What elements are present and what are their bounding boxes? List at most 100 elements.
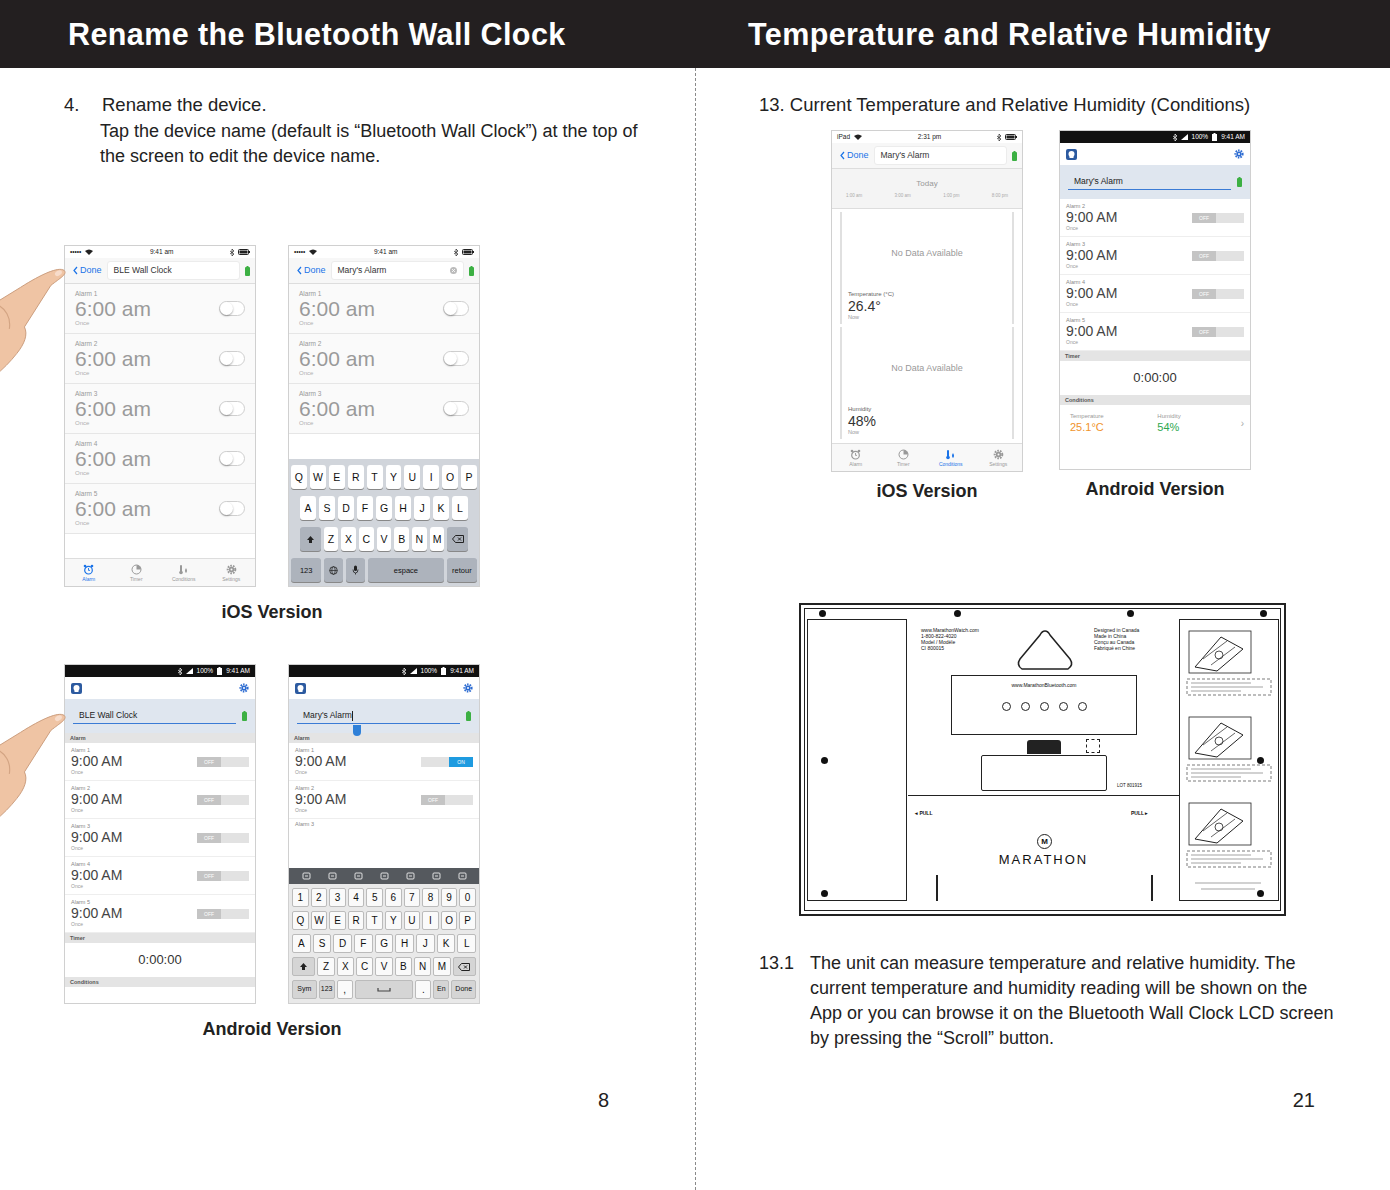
delete-key[interactable] bbox=[453, 957, 476, 976]
device-name[interactable]: BLE Wall Clock bbox=[79, 710, 137, 720]
alarm-toggle[interactable]: ON bbox=[421, 757, 473, 767]
key[interactable]: N bbox=[414, 957, 431, 976]
key[interactable]: 6 bbox=[385, 888, 402, 907]
key[interactable]: W bbox=[310, 465, 326, 489]
key[interactable]: L bbox=[457, 934, 476, 953]
key[interactable]: retour bbox=[447, 558, 477, 582]
key[interactable]: Y bbox=[386, 465, 402, 489]
alarm-row[interactable]: Alarm 36:00 amOnce bbox=[65, 384, 255, 434]
space-key[interactable] bbox=[355, 980, 413, 999]
key[interactable]: A bbox=[292, 934, 311, 953]
gear-icon[interactable] bbox=[239, 683, 249, 693]
tab[interactable]: Timer bbox=[113, 559, 161, 586]
clock-button[interactable] bbox=[1002, 702, 1011, 711]
alarm-row[interactable]: Alarm 49:00 AMOnceOFF bbox=[65, 857, 255, 895]
key[interactable]: Sym bbox=[292, 980, 317, 999]
device-name-field[interactable]: BLE Wall Clock bbox=[107, 261, 240, 279]
alarm-toggle[interactable]: OFF bbox=[197, 757, 249, 767]
tab-label[interactable]: Conditions bbox=[172, 576, 196, 582]
timer-icon[interactable] bbox=[898, 449, 909, 460]
back-button[interactable]: Done bbox=[70, 265, 102, 276]
device-name[interactable]: BLE Wall Clock bbox=[114, 265, 172, 275]
key[interactable]: D bbox=[338, 496, 354, 520]
gear-icon[interactable] bbox=[993, 449, 1004, 460]
alarm-toggle[interactable] bbox=[443, 301, 469, 316]
alarm-row[interactable]: Alarm 29:00 AMOnceOFF bbox=[289, 781, 479, 819]
device-name[interactable]: Mary's Alarm bbox=[881, 150, 930, 160]
back-label[interactable]: Done bbox=[304, 265, 326, 276]
key[interactable]: 1 bbox=[292, 888, 309, 907]
alarm-toggle[interactable] bbox=[219, 501, 245, 516]
alarm-row[interactable]: Alarm 26:00 amOnce bbox=[65, 334, 255, 384]
key[interactable]: M bbox=[430, 527, 445, 551]
key[interactable]: 4 bbox=[348, 888, 365, 907]
key[interactable]: H bbox=[395, 496, 411, 520]
key[interactable]: Q bbox=[292, 911, 309, 930]
shift-icon[interactable] bbox=[306, 535, 315, 544]
device-name[interactable]: Mary's Alarm bbox=[338, 265, 387, 275]
alarm-toggle[interactable] bbox=[219, 301, 245, 316]
gear-icon[interactable] bbox=[226, 564, 237, 575]
key[interactable]: V bbox=[377, 527, 392, 551]
key[interactable]: 123 bbox=[319, 980, 335, 999]
alarm-row[interactable]: Alarm 19:00 AMOnceON bbox=[289, 743, 479, 781]
tab-label[interactable]: Alarm bbox=[82, 576, 95, 582]
shift-key[interactable] bbox=[292, 957, 315, 976]
toolbar-tool-icon[interactable] bbox=[302, 872, 311, 880]
cursor-handle[interactable] bbox=[353, 725, 361, 736]
key[interactable]: W bbox=[311, 911, 328, 930]
toggle-label[interactable]: OFF bbox=[1192, 251, 1216, 261]
key[interactable]: I bbox=[422, 911, 439, 930]
backspace-icon[interactable] bbox=[452, 535, 464, 543]
key[interactable]: R bbox=[348, 465, 364, 489]
gear-icon[interactable] bbox=[1234, 149, 1244, 159]
key[interactable]: H bbox=[395, 934, 414, 953]
tab[interactable]: Conditions bbox=[160, 559, 208, 586]
key[interactable]: V bbox=[375, 957, 392, 976]
conditions-row[interactable]: Temperature25.1°CHumidity54%› bbox=[1060, 405, 1250, 443]
key[interactable]: X bbox=[337, 957, 354, 976]
tab[interactable]: Timer bbox=[880, 444, 928, 471]
key[interactable]: Z bbox=[317, 957, 334, 976]
timer-value[interactable]: 0:00:00 bbox=[1060, 361, 1250, 395]
tab-label[interactable]: Alarm bbox=[849, 461, 862, 467]
clock-button[interactable] bbox=[1040, 702, 1049, 711]
key[interactable]: Z bbox=[324, 527, 339, 551]
key[interactable]: K bbox=[437, 934, 456, 953]
key[interactable]: espace bbox=[368, 558, 444, 582]
key[interactable]: 3 bbox=[329, 888, 346, 907]
alarm-row[interactable]: Alarm 26:00 amOnce bbox=[289, 334, 479, 384]
clock-button[interactable] bbox=[1059, 702, 1068, 711]
key[interactable]: F bbox=[357, 496, 373, 520]
toggle-label[interactable]: OFF bbox=[197, 795, 221, 805]
device-name-field[interactable]: Mary's Alarm bbox=[1068, 174, 1231, 189]
alarm-row[interactable]: Alarm 59:00 AMOnceOFF bbox=[1060, 313, 1250, 351]
alarm-row[interactable]: Alarm 29:00 AMOnceOFF bbox=[1060, 199, 1250, 237]
key[interactable]: S bbox=[319, 496, 335, 520]
toggle-label[interactable]: ON bbox=[449, 757, 473, 767]
chevron-left-icon[interactable] bbox=[840, 151, 845, 160]
clear-icon[interactable] bbox=[450, 267, 457, 274]
key[interactable]: 5 bbox=[366, 888, 383, 907]
tab-label[interactable]: Conditions bbox=[939, 461, 963, 467]
alarm-toggle[interactable]: OFF bbox=[421, 795, 473, 805]
microphone-icon[interactable] bbox=[352, 565, 359, 575]
alarm-row[interactable]: Alarm 49:00 AMOnceOFF bbox=[1060, 275, 1250, 313]
key[interactable]: C bbox=[359, 527, 374, 551]
alarm-row[interactable]: Alarm 39:00 AMOnceOFF bbox=[1060, 237, 1250, 275]
alarm-clock-icon[interactable] bbox=[83, 564, 94, 575]
alarm-toggle[interactable]: OFF bbox=[197, 795, 249, 805]
key[interactable]: M bbox=[433, 957, 450, 976]
tab-label[interactable]: Settings bbox=[989, 461, 1007, 467]
key[interactable]: T bbox=[366, 911, 383, 930]
toggle-label[interactable]: OFF bbox=[1192, 327, 1216, 337]
key[interactable]: N bbox=[412, 527, 427, 551]
alarm-toggle[interactable]: OFF bbox=[197, 871, 249, 881]
key[interactable]: J bbox=[416, 934, 435, 953]
device-name[interactable]: Mary's Alarm bbox=[1074, 176, 1123, 186]
globe-icon[interactable] bbox=[329, 566, 338, 575]
tab-label[interactable]: Timer bbox=[897, 461, 910, 467]
key[interactable]: Done bbox=[451, 980, 476, 999]
back-button[interactable]: Done bbox=[294, 265, 326, 276]
key[interactable]: U bbox=[404, 465, 420, 489]
